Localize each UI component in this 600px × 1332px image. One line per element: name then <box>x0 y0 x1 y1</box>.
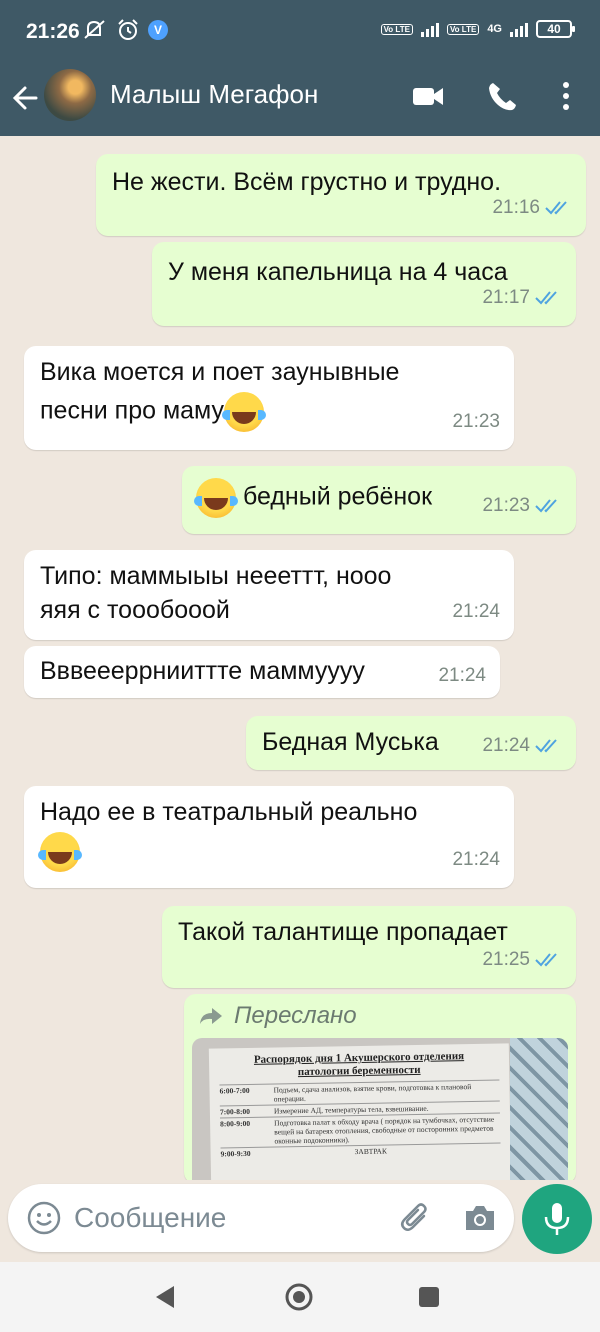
signal-icon-2 <box>510 21 528 37</box>
system-nav-bar <box>0 1262 600 1332</box>
message-meta: 21:24 <box>482 728 562 764</box>
forwarded-text: Переслано <box>234 1002 357 1029</box>
message-bubble[interactable]: Надо ее в театральный реально 21:24 <box>24 786 514 888</box>
double-check-icon <box>535 739 557 753</box>
recents-nav-icon[interactable] <box>414 1282 444 1312</box>
microphone-icon <box>544 1203 570 1235</box>
contact-name[interactable]: Малыш Мегафон <box>110 79 318 110</box>
message-composer <box>8 1184 514 1252</box>
double-check-icon <box>535 499 557 513</box>
back-nav-icon[interactable] <box>150 1282 180 1312</box>
message-bubble[interactable]: У меня капельница на 4 часа 21:17 <box>152 242 576 326</box>
volte-icon-2: Vo LTE <box>446 23 480 35</box>
forwarded-label: Переслано <box>198 1002 357 1030</box>
message-time: 21:23 <box>452 411 500 432</box>
double-check-icon <box>535 953 557 967</box>
message-bubble[interactable]: Не жести. Всём грустно и трудно. 21:16 <box>96 154 586 236</box>
double-check-icon <box>545 201 567 215</box>
message-text: бедный ребёнок <box>242 482 433 511</box>
message-bubble[interactable]: Вввееерpнииттте маммуууу 21:24 <box>24 646 500 698</box>
phone-icon[interactable] <box>484 76 520 116</box>
status-time: 21:26 <box>26 20 80 43</box>
message-time: 21:25 <box>482 949 530 970</box>
message-bubble[interactable]: Бедная Муська 21:24 <box>246 716 576 770</box>
schedule-paper: Распорядок дня 1 Акушерского отделения п… <box>208 1043 512 1180</box>
status-right-icons: Vo LTE Vo LTE 4G 40 <box>380 20 575 38</box>
schedule-photo[interactable]: Распорядок дня 1 Акушерского отделения п… <box>192 1038 568 1180</box>
home-nav-icon[interactable] <box>284 1282 314 1312</box>
attach-icon[interactable] <box>396 1198 436 1238</box>
contact-avatar[interactable] <box>44 69 96 121</box>
message-time: 21:23 <box>482 495 530 516</box>
message-text: Не жести. Всём грустно и трудно. <box>112 168 502 196</box>
mute-icon <box>84 20 105 39</box>
message-meta: 21:24 <box>438 658 486 694</box>
message-text: Бедная Муська <box>262 728 439 756</box>
message-meta: 21:16 <box>492 190 572 226</box>
message-meta: 21:25 <box>482 942 562 978</box>
message-bubble[interactable]: Типо: маммыыы неееттт, ноoo яяя с тоообо… <box>24 550 514 640</box>
message-text-line2: песни про маму <box>40 396 225 425</box>
message-text: Вика моется и поет заунывные <box>40 358 400 386</box>
chat-header: Малыш Мегафон <box>0 62 600 136</box>
tears-of-joy-emoji-icon <box>38 832 82 872</box>
double-check-icon <box>535 291 557 305</box>
message-time: 21:24 <box>438 665 486 686</box>
message-meta: 21:24 <box>452 842 500 878</box>
network-type: 4G <box>487 23 502 35</box>
message-text: Типо: маммыыы неееттт, ноoo <box>40 562 392 590</box>
message-meta: 21:17 <box>482 280 562 316</box>
schedule-row: 8:00-9:00 Подготовка палат к обходу врача… <box>220 1112 501 1148</box>
voice-message-button[interactable] <box>522 1184 592 1254</box>
message-bubble[interactable]: бедный ребёнок 21:23 <box>182 466 576 534</box>
alarm-icon <box>118 19 138 40</box>
wall-tiles <box>510 1038 568 1180</box>
message-text: Надо ее в театральный реально <box>40 798 418 826</box>
message-text: Вввееерpнииттте маммуууу <box>40 657 365 685</box>
more-options-icon[interactable] <box>552 76 580 116</box>
battery-icon: 40 <box>536 20 575 38</box>
camera-icon[interactable] <box>462 1200 498 1236</box>
message-time: 21:24 <box>452 849 500 870</box>
message-meta: 21:24 <box>452 594 500 630</box>
message-bubble[interactable]: Такой талантище пропадает 21:25 <box>162 906 576 988</box>
verified-icon: V <box>148 20 168 40</box>
message-time: 21:24 <box>452 601 500 622</box>
message-text: Такой талантище пропадает <box>178 918 508 946</box>
message-list[interactable]: Не жести. Всём грустно и трудно. 21:16 У… <box>0 136 600 1180</box>
back-arrow-icon[interactable] <box>10 78 42 118</box>
message-meta: 21:23 <box>452 404 500 440</box>
tears-of-joy-emoji-icon <box>222 392 267 432</box>
status-bar: 21:26 V Vo LTE Vo LTE 4G 40 <box>0 0 600 62</box>
message-bubble[interactable]: Вика моется и поет заунывные песни про м… <box>24 346 514 450</box>
signal-icon <box>420 21 439 37</box>
message-text: У меня капельница на 4 часа <box>168 258 508 286</box>
forward-arrow-icon <box>200 1008 222 1024</box>
volte-icon: Vo LTE <box>380 23 413 35</box>
message-input[interactable] <box>74 1194 374 1242</box>
video-call-icon[interactable] <box>410 76 446 116</box>
message-meta: 21:23 <box>482 488 562 524</box>
message-time: 21:17 <box>482 287 530 308</box>
status-left-icons: V <box>82 18 168 42</box>
emoji-icon[interactable] <box>26 1200 62 1236</box>
message-text-line2: яяя с тоообооой <box>40 596 230 624</box>
forwarded-image-message[interactable]: Переслано Распорядок дня 1 Акушерского о… <box>184 994 576 1180</box>
message-time: 21:24 <box>482 735 530 756</box>
message-time: 21:16 <box>492 197 540 218</box>
rolling-laughing-emoji-icon <box>194 478 238 518</box>
